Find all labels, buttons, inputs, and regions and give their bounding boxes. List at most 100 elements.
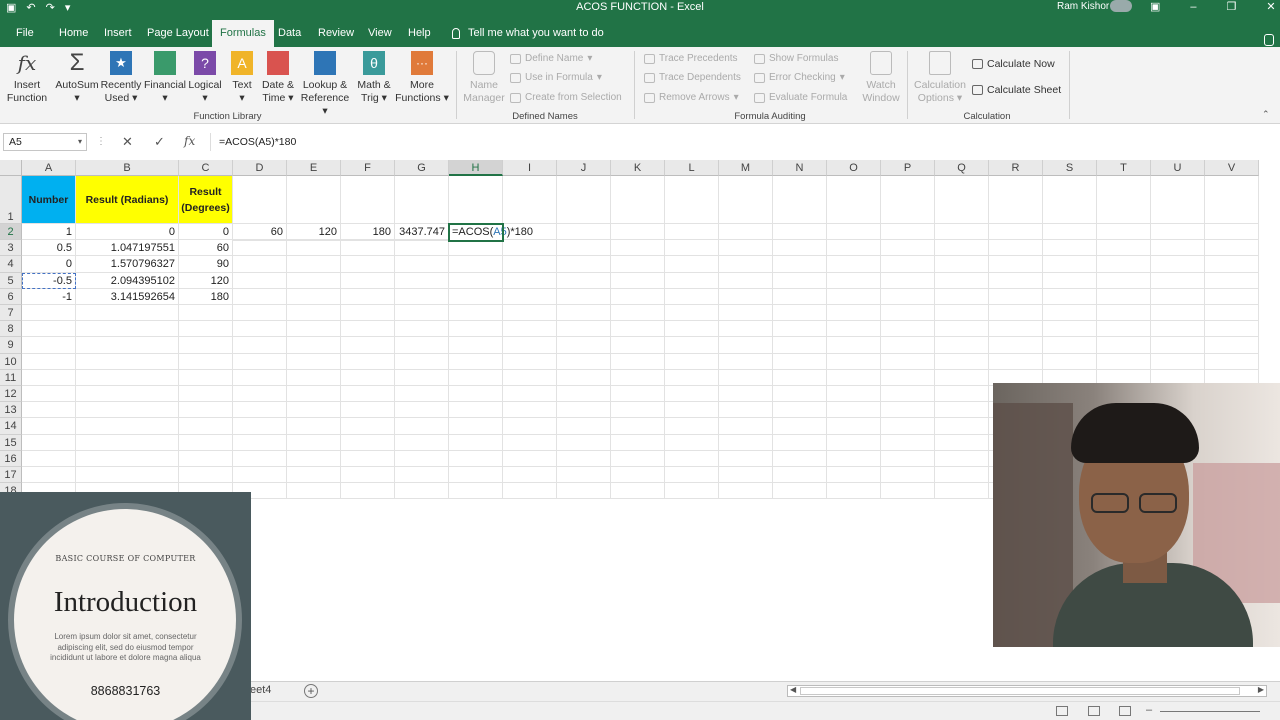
grid-cell[interactable] bbox=[233, 288, 287, 305]
grid-cell[interactable] bbox=[665, 402, 719, 419]
grid-cell[interactable] bbox=[287, 467, 341, 484]
grid-cell[interactable] bbox=[773, 402, 827, 419]
evaluate-formula-button[interactable]: Evaluate Formula bbox=[754, 92, 847, 103]
grid-cell[interactable] bbox=[719, 272, 773, 289]
column-header-r[interactable]: R bbox=[989, 160, 1043, 176]
row-header-8[interactable]: 8 bbox=[0, 321, 22, 338]
grid-cell[interactable] bbox=[1151, 240, 1205, 257]
grid-cell[interactable] bbox=[665, 386, 719, 403]
grid-cell[interactable] bbox=[233, 402, 287, 419]
grid-cell[interactable] bbox=[503, 418, 557, 435]
grid-cell[interactable] bbox=[935, 305, 989, 322]
grid-cell[interactable] bbox=[557, 240, 611, 257]
grid-cell[interactable] bbox=[611, 321, 665, 338]
column-header-s[interactable]: S bbox=[1043, 160, 1097, 176]
grid-cell[interactable] bbox=[665, 288, 719, 305]
grid-cell[interactable] bbox=[76, 450, 179, 467]
grid-cell[interactable] bbox=[557, 337, 611, 354]
grid-cell[interactable] bbox=[773, 272, 827, 289]
grid-cell[interactable] bbox=[827, 353, 881, 370]
grid-cell[interactable] bbox=[935, 434, 989, 451]
grid-cell[interactable] bbox=[665, 353, 719, 370]
grid-cell[interactable] bbox=[1043, 337, 1097, 354]
grid-cell[interactable] bbox=[1205, 256, 1259, 273]
row-header-17[interactable]: 17 bbox=[0, 467, 22, 484]
grid-cell[interactable] bbox=[881, 386, 935, 403]
grid-cell[interactable] bbox=[395, 353, 449, 370]
grid-cell[interactable] bbox=[449, 176, 503, 224]
grid-cell[interactable] bbox=[935, 353, 989, 370]
logical-button[interactable]: ? Logical ▾ bbox=[188, 51, 222, 105]
grid-cell[interactable] bbox=[341, 434, 395, 451]
cell-c1[interactable]: Result (Degrees) bbox=[179, 176, 233, 224]
grid-cell[interactable] bbox=[449, 353, 503, 370]
grid-cell[interactable] bbox=[179, 369, 233, 386]
tab-page-layout[interactable]: Page Layout bbox=[143, 14, 213, 47]
page-layout-view-icon[interactable] bbox=[1088, 706, 1100, 716]
grid-cell[interactable] bbox=[989, 240, 1043, 257]
grid-cell[interactable] bbox=[773, 483, 827, 500]
grid-cell[interactable] bbox=[1043, 288, 1097, 305]
grid-cell[interactable] bbox=[179, 467, 233, 484]
grid-cell[interactable] bbox=[881, 305, 935, 322]
user-name[interactable]: Ram Kishor bbox=[1057, 0, 1109, 14]
column-header-e[interactable]: E bbox=[287, 160, 341, 176]
grid-cell[interactable] bbox=[449, 434, 503, 451]
column-header-m[interactable]: M bbox=[719, 160, 773, 176]
grid-cell[interactable] bbox=[611, 483, 665, 500]
grid-cell[interactable] bbox=[449, 321, 503, 338]
grid-cell[interactable] bbox=[503, 402, 557, 419]
grid-cell[interactable] bbox=[341, 483, 395, 500]
ribbon-display-icon[interactable]: ▣ bbox=[1150, 0, 1160, 14]
tab-review[interactable]: Review bbox=[314, 14, 358, 47]
row-header-7[interactable]: 7 bbox=[0, 305, 22, 322]
grid-cell[interactable] bbox=[827, 369, 881, 386]
grid-cell[interactable] bbox=[881, 240, 935, 257]
grid-cell[interactable] bbox=[395, 176, 449, 224]
grid-cell[interactable] bbox=[773, 288, 827, 305]
grid-cell[interactable] bbox=[395, 305, 449, 322]
grid-cell[interactable] bbox=[665, 305, 719, 322]
grid-cell[interactable] bbox=[557, 256, 611, 273]
grid-cell[interactable] bbox=[1097, 337, 1151, 354]
grid-cell[interactable] bbox=[233, 369, 287, 386]
grid-cell[interactable] bbox=[773, 418, 827, 435]
enter-check-icon[interactable]: ✓ bbox=[154, 134, 165, 150]
grid-cell[interactable] bbox=[557, 434, 611, 451]
grid-cell[interactable] bbox=[881, 369, 935, 386]
grid-cell[interactable] bbox=[395, 402, 449, 419]
grid-cell[interactable] bbox=[449, 402, 503, 419]
grid-cell[interactable] bbox=[557, 467, 611, 484]
column-header-b[interactable]: B bbox=[76, 160, 179, 176]
grid-cell[interactable] bbox=[557, 450, 611, 467]
grid-cell[interactable] bbox=[719, 240, 773, 257]
cell-e2[interactable]: 120 bbox=[287, 224, 341, 241]
collapse-ribbon-icon[interactable]: ⌃ bbox=[1262, 109, 1270, 120]
date-time-button[interactable]: Date & Time ▾ bbox=[259, 51, 297, 105]
grid-cell[interactable] bbox=[287, 240, 341, 257]
column-header-k[interactable]: K bbox=[611, 160, 665, 176]
grid-cell[interactable] bbox=[827, 402, 881, 419]
grid-cell[interactable] bbox=[503, 321, 557, 338]
formula-input[interactable]: =ACOS(A5)*180 bbox=[210, 133, 1277, 151]
grid-cell[interactable] bbox=[1151, 305, 1205, 322]
grid-cell[interactable] bbox=[449, 272, 503, 289]
grid-cell[interactable] bbox=[1043, 224, 1097, 241]
grid-cell[interactable] bbox=[773, 321, 827, 338]
grid-cell[interactable] bbox=[719, 467, 773, 484]
define-name-button[interactable]: Define Name ▾ bbox=[510, 53, 592, 64]
grid-cell[interactable] bbox=[773, 353, 827, 370]
grid-cell[interactable] bbox=[557, 176, 611, 224]
grid-cell[interactable] bbox=[1205, 224, 1259, 241]
grid-cell[interactable] bbox=[503, 369, 557, 386]
grid-cell[interactable] bbox=[1205, 337, 1259, 354]
grid-cell[interactable] bbox=[341, 418, 395, 435]
row-header-12[interactable]: 12 bbox=[0, 386, 22, 403]
sheet-tab[interactable]: eet4 bbox=[250, 684, 271, 696]
remove-arrows-button[interactable]: Remove Arrows ▾ bbox=[644, 92, 739, 103]
grid-cell[interactable] bbox=[287, 418, 341, 435]
minimize-icon[interactable]: – bbox=[1190, 0, 1196, 14]
grid-cell[interactable] bbox=[179, 450, 233, 467]
grid-cell[interactable] bbox=[1205, 305, 1259, 322]
cell-f2[interactable]: 180 bbox=[341, 224, 395, 241]
